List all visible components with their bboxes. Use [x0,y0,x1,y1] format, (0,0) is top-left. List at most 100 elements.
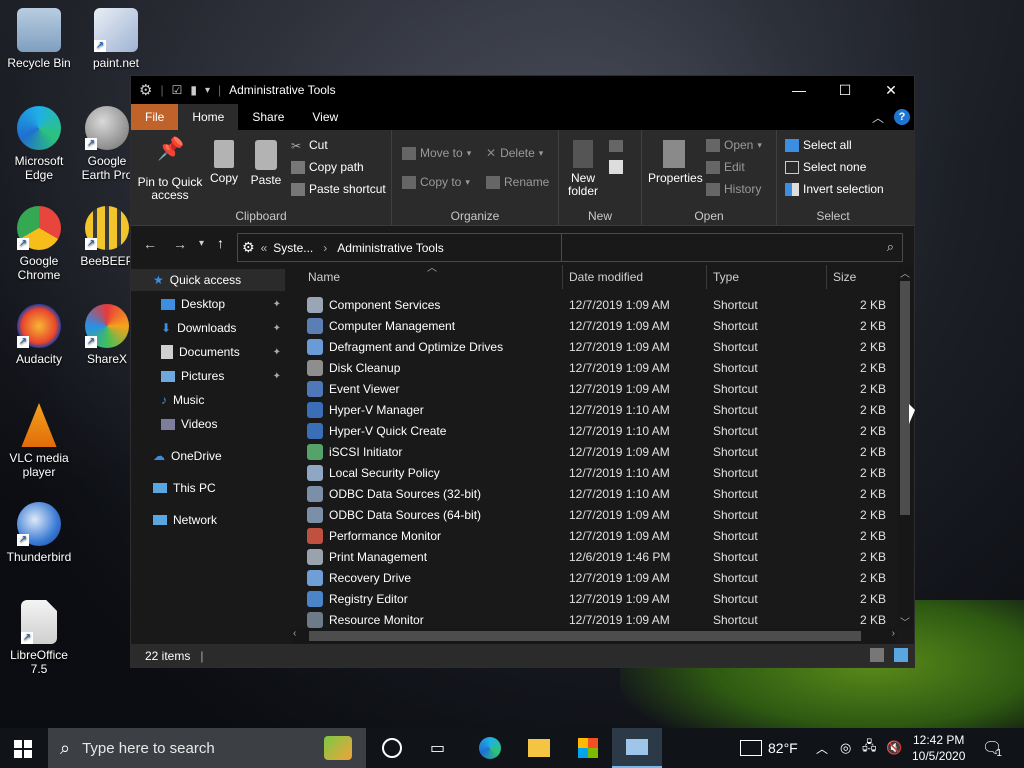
desktop-icon-thunderbird[interactable]: ↗ Thunderbird [1,502,77,564]
desktop-icon-recycle-bin[interactable]: Recycle Bin [1,8,77,70]
paste-button[interactable]: Paste [247,140,285,187]
vertical-scrollbar[interactable]: ︿ ﹀ [897,265,913,629]
help-icon[interactable]: ? [894,109,910,125]
network-tray-icon[interactable]: 🖧 [862,728,877,768]
file-row[interactable]: Event Viewer 12/7/2019 1:09 AM Shortcut 2 K… [307,378,899,399]
open-button[interactable]: Open ▾ [706,138,762,152]
horizontal-scroll-thumb[interactable] [309,631,861,641]
file-row[interactable]: Hyper-V Quick Create 12/7/2019 1:10 AM Sho… [307,420,899,441]
minimize-button[interactable]: — [776,76,822,104]
new-folder-button[interactable]: New folder [565,140,601,198]
title-bar[interactable]: ⚙ | ☑ ▮ ▾ | Administrative Tools — ☐ ✕ [131,76,914,104]
taskbar-search-box[interactable]: ⌕ Type here to search [48,728,366,768]
desktop-icon-sharex[interactable]: ↗ ShareX [79,304,135,366]
file-row[interactable]: iSCSI Initiator 12/7/2019 1:09 AM Shortcut… [307,441,899,462]
up-arrow-icon[interactable]: ↑ [217,235,224,251]
control-panel-taskbar-icon[interactable] [612,728,662,768]
store-taskbar-icon[interactable] [578,738,598,758]
move-to-button[interactable]: Move to ▾ [402,146,471,160]
file-row[interactable]: ODBC Data Sources (64-bit) 12/7/2019 1:09… [307,504,899,525]
easy-access-icon[interactable] [609,160,623,174]
file-row[interactable]: Performance Monitor 12/7/2019 1:09 AM Shor… [307,525,899,546]
file-row[interactable]: Disk Cleanup 12/7/2019 1:09 AM Shortcut 2 K… [307,357,899,378]
file-row[interactable]: Registry Editor 12/7/2019 1:09 AM Shortcut… [307,588,899,609]
desktop-icon-edge[interactable]: Microsoft Edge [1,106,77,182]
desktop-icon-libreoffice[interactable]: ↗ LibreOffice 7.5 [1,600,77,676]
nav-onedrive[interactable]: ☁ OneDrive [153,445,285,467]
back-arrow-icon[interactable]: ← [143,236,157,252]
edit-button[interactable]: Edit [706,160,745,174]
scroll-down-chevron-icon[interactable]: ﹀ [900,614,910,629]
select-all-button[interactable]: Select all [785,138,852,152]
qat-dropdown-icon[interactable]: ▾ [205,85,210,96]
nav-downloads[interactable]: ⬇ Downloads ✦ [161,317,285,339]
copy-to-button[interactable]: Copy to ▾ [402,175,470,189]
large-icons-view-icon[interactable] [894,648,908,662]
nav-documents[interactable]: Documents ✦ [161,341,285,363]
cut-button[interactable]: ✂ Cut [291,138,328,153]
close-button[interactable]: ✕ [868,76,914,104]
address-overflow[interactable]: « [261,241,268,255]
nav-quick-access[interactable]: ★ Quick access [131,269,285,291]
explorer-window[interactable]: ⚙ | ☑ ▮ ▾ | Administrative Tools — ☐ ✕ F… [130,75,915,668]
new-folder-qat-icon[interactable]: ▮ [190,83,197,97]
properties-button[interactable]: Properties [648,140,703,185]
file-row[interactable]: ODBC Data Sources (32-bit) 12/7/2019 1:10… [307,483,899,504]
tab-file[interactable]: File [131,104,179,130]
invert-selection-button[interactable]: Invert selection [785,182,884,196]
desktop-icon-vlc[interactable]: VLC media player [1,403,77,479]
vertical-scroll-thumb[interactable] [900,281,910,515]
nav-pictures[interactable]: Pictures ✦ [161,365,285,387]
column-header-date-modified[interactable]: Date modified [569,265,643,289]
file-row[interactable]: Defragment and Optimize Drives 12/7/2019 … [307,336,899,357]
show-hidden-icons-chevron-icon[interactable]: ︿ [816,728,828,768]
new-item-icon[interactable] [609,140,623,152]
properties-qat-icon[interactable]: ☑ [172,83,183,97]
task-view-icon[interactable]: ▭ [430,738,452,758]
file-explorer-taskbar-icon[interactable] [528,739,550,757]
horizontal-scrollbar[interactable]: ‹ › [291,628,897,644]
pin-to-quick-access-button[interactable]: 📌 Pin to Quick access [135,138,205,202]
desktop-icon-chrome[interactable]: ↗ Google Chrome [1,206,77,282]
notifications-button[interactable]: 🗨 1 [982,728,1002,768]
nav-this-pc[interactable]: This PC [153,477,285,499]
breadcrumb-system[interactable]: Syste... [273,241,313,255]
tab-share[interactable]: Share [238,104,298,130]
cortana-circle-icon[interactable] [382,738,402,758]
details-view-icon[interactable] [870,648,884,662]
desktop-icon-beebeep[interactable]: ↗ BeeBEEP [79,206,135,268]
paste-shortcut-button[interactable]: Paste shortcut [291,182,386,196]
file-row[interactable]: Recovery Drive 12/7/2019 1:09 AM Shortcut 2… [307,567,899,588]
column-divider[interactable] [562,265,563,289]
search-box[interactable]: ⌕ [561,233,903,262]
file-row[interactable]: Component Services 12/7/2019 1:09 AM Short… [307,294,899,315]
explorer-gear-icon[interactable]: ⚙ [139,81,152,99]
maximize-button[interactable]: ☐ [822,76,868,104]
edge-taskbar-icon[interactable] [479,737,501,759]
desktop-icon-audacity[interactable]: ↗ Audacity [1,304,77,366]
forward-arrow-icon[interactable]: → [173,236,187,252]
file-row[interactable]: Hyper-V Manager 12/7/2019 1:10 AM Shortcut… [307,399,899,420]
scroll-up-chevron-icon[interactable]: ︿ [900,265,910,280]
copy-button[interactable]: Copy [205,140,243,185]
breadcrumb-administrative-tools[interactable]: Administrative Tools [337,241,444,255]
scroll-right-chevron-icon[interactable]: › [892,628,895,639]
desktop-icon-paint-net[interactable]: ↗ paint.net [78,8,154,70]
nav-desktop[interactable]: Desktop ✦ [161,293,285,315]
column-header-name[interactable]: Name [308,265,340,289]
column-header-size[interactable]: Size [833,265,856,289]
meet-now-icon[interactable]: ◎ [840,728,851,768]
file-row[interactable]: Resource Monitor 12/7/2019 1:09 AM Shortcu… [307,609,899,630]
column-divider[interactable] [706,265,707,289]
rename-button[interactable]: Rename [486,175,549,189]
weather-widget[interactable]: 82°F [740,728,798,768]
column-header-type[interactable]: Type [713,265,739,289]
scroll-left-chevron-icon[interactable]: ‹ [293,628,296,639]
nav-music[interactable]: ♪ Music [161,389,285,411]
nav-network[interactable]: Network [153,509,285,531]
column-divider[interactable] [826,265,827,289]
desktop-icon-google-earth[interactable]: ↗ Google Earth Pro [79,106,135,182]
file-row[interactable]: Computer Management 12/7/2019 1:09 AM Shor… [307,315,899,336]
file-row[interactable]: Local Security Policy 12/7/2019 1:10 AM Sh… [307,462,899,483]
tab-home[interactable]: Home [178,104,239,130]
